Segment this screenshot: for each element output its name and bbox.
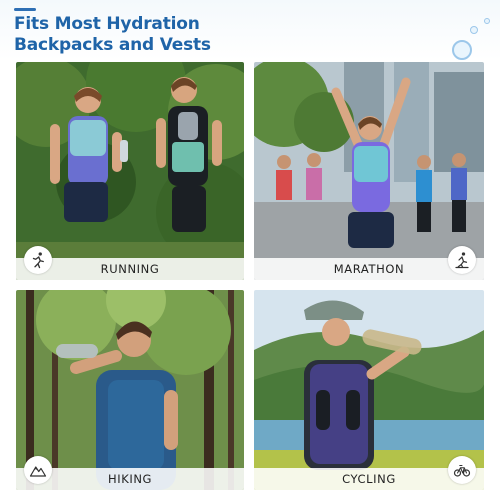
product-feature-card: Fits Most Hydration Backpacks and Vests (0, 0, 500, 500)
hiking-photo (16, 290, 244, 490)
running-photo (16, 62, 244, 280)
activity-grid: RUNNING MARATHON HIKING CYCLING (0, 0, 500, 500)
bicycle-icon (448, 456, 476, 484)
tile-hiking: HIKING (16, 290, 244, 490)
tile-label: CYCLING (342, 472, 396, 486)
tile-label: RUNNING (100, 262, 160, 276)
marathon-photo (254, 62, 484, 280)
tile-label: MARATHON (333, 262, 405, 276)
tile-cycling: CYCLING (254, 290, 484, 490)
runner-icon (24, 246, 52, 274)
tile-marathon: MARATHON (254, 62, 484, 280)
tile-label: HIKING (107, 472, 153, 486)
mountain-icon (24, 456, 52, 484)
marathon-runner-icon (448, 246, 476, 274)
cycling-photo (254, 290, 484, 490)
tile-running: RUNNING (16, 62, 244, 280)
